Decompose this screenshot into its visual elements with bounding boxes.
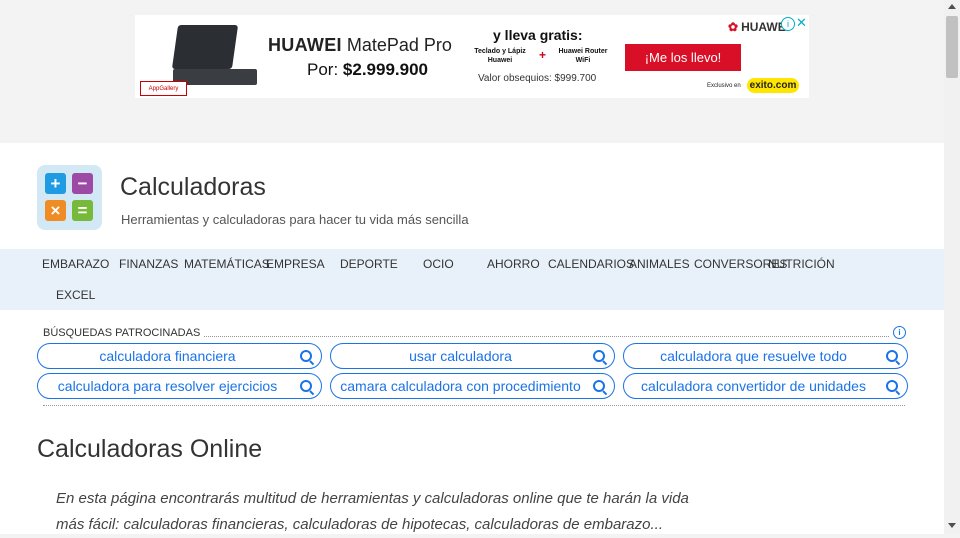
ad-item-router: Huawei Router WiFi [558,48,608,64]
nav-item-deporte[interactable]: DEPORTE [340,257,398,271]
search-icon [593,350,605,362]
times-icon: × [45,200,66,221]
nav-item-embarazo[interactable]: EMBARAZO [42,257,109,271]
nav-item-empresa[interactable]: EMPRESA [266,257,325,271]
ad-obsequios: Valor obsequios: $999.700 [478,73,597,84]
site-tagline: Herramientas y calculadoras para hacer t… [121,212,469,227]
site-content: + − × = Calculadoras Herramientas y calc… [0,143,944,534]
search-pill[interactable]: calculadora convertidor de unidades [623,373,908,399]
ad-area: AppGallery HUAWEI MatePad Pro Por: $2.99… [0,0,944,143]
scrollbar-thumb[interactable] [946,16,958,78]
ad-gratis: y lleva gratis: [493,27,583,43]
divider [43,405,905,406]
ad-price: Por: $2.999.900 [307,60,429,79]
search-pill[interactable]: calculadora financiera [37,343,322,369]
search-pill[interactable]: camara calculadora con procedimiento [330,373,615,399]
ad-close-icon[interactable]: ✕ [796,15,807,31]
appgallery-badge: AppGallery [140,81,187,96]
exito-logo: exito.com [747,78,799,93]
ad-exclusivo: Exclusivo en [707,83,741,89]
search-icon [300,350,312,362]
plus-icon: + [539,48,547,62]
nav-item-calendarios[interactable]: CALENDARIOS [548,257,634,271]
search-icon [300,380,312,392]
search-icon [886,380,898,392]
nav-item-ahorro[interactable]: AHORRO [487,257,540,271]
nav-item-finanzas[interactable]: FINANZAS [119,257,178,271]
scrollbar[interactable] [944,0,960,534]
nav-item-nutricion[interactable]: NUTRICIÓN [768,257,835,271]
scroll-down-icon[interactable] [948,523,956,528]
nav-item-ocio[interactable]: OCIO [423,257,454,271]
minus-icon: − [72,173,93,194]
ad-item-keyboard: Teclado y Lápiz Huawei [474,48,526,64]
tablet-image [171,25,239,69]
huawei-logo: ✿ HUAWEI [728,20,790,34]
page-title: Calculadoras Online [37,435,263,463]
search-pill[interactable]: calculadora para resolver ejercicios [37,373,322,399]
intro-text: En esta página encontrarás multitud de h… [56,490,689,533]
site-title[interactable]: Calculadoras [120,173,266,202]
scroll-up-icon[interactable] [948,4,956,9]
main-nav: EMBARAZO FINANZAS MATEMÁTICAS EMPRESA DE… [0,249,944,310]
nav-item-excel[interactable]: EXCEL [56,288,95,302]
nav-item-animales[interactable]: ANIMALES [629,257,690,271]
calculator-logo-icon[interactable]: + − × = [37,165,102,230]
ad-cta-button[interactable]: ¡Me los llevo! [625,44,741,71]
ad-headline: HUAWEI MatePad Pro [268,35,452,55]
ad-info-icon[interactable]: i [781,17,795,31]
search-pill[interactable]: usar calculadora [330,343,615,369]
search-pill[interactable]: calculadora que resuelve todo [623,343,908,369]
search-icon [593,380,605,392]
equals-icon: = [72,200,93,221]
huawei-ad-banner[interactable]: AppGallery HUAWEI MatePad Pro Por: $2.99… [135,15,809,98]
info-icon[interactable]: i [893,326,906,339]
sponsored-label: BÚSQUEDAS PATROCINADAS [43,327,205,339]
search-icon [886,350,898,362]
plus-icon: + [45,173,66,194]
huawei-flower-icon: ✿ [728,20,739,34]
nav-item-matematicas[interactable]: MATEMÁTICAS [184,257,270,271]
